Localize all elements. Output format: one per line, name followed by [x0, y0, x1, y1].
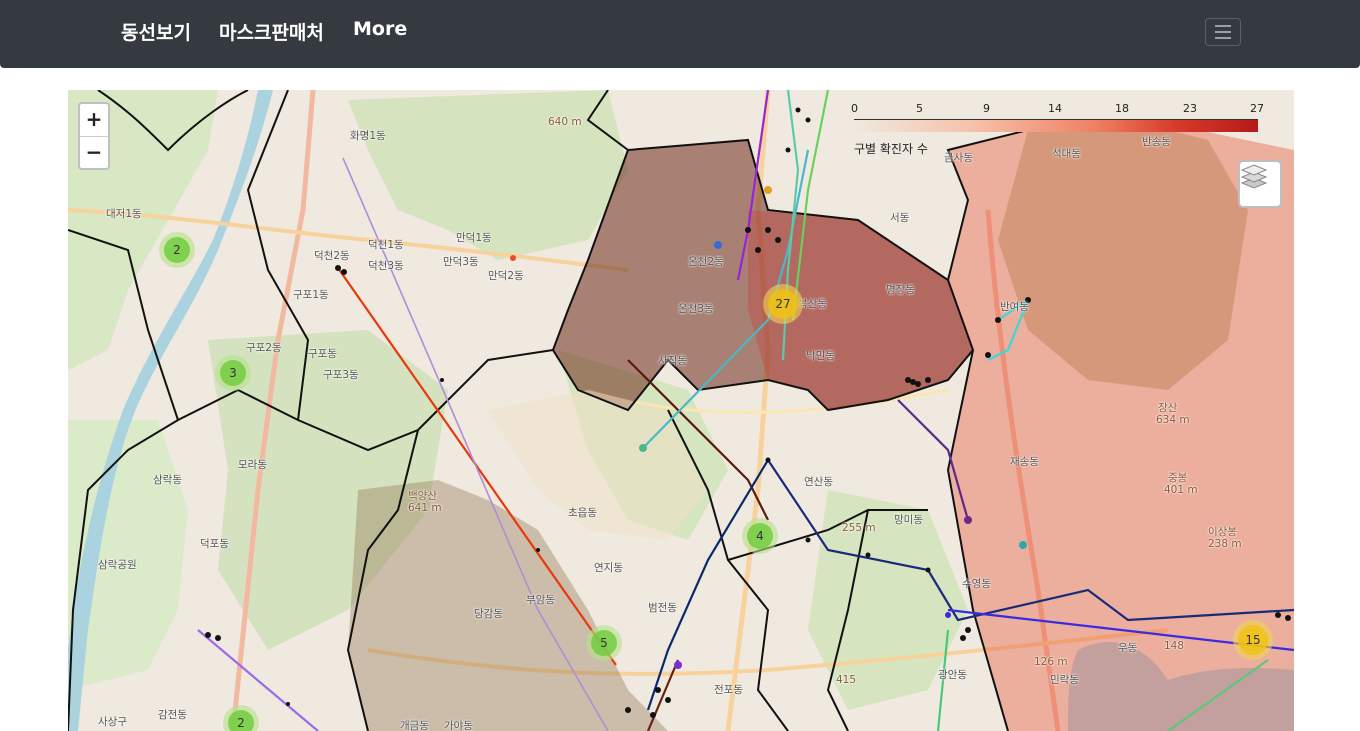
top-navbar: 동선보기 마스크판매처 More: [0, 0, 1360, 68]
place-label: 중봉: [1168, 472, 1188, 484]
legend-color-bar: [854, 119, 1258, 132]
place-label: 126 m: [1034, 656, 1068, 668]
legend-tick: 27: [1250, 102, 1264, 115]
choropleth-legend: 0 5 9 14 18 23 27 구별 확진자 수: [848, 102, 1268, 156]
place-label: 이상봉: [1208, 526, 1237, 538]
place-label: 수영동: [962, 578, 991, 590]
cluster-count: 2: [228, 710, 254, 731]
place-label: 삼락동: [153, 474, 182, 486]
place-label: 148: [1164, 640, 1185, 652]
hamburger-icon-bar: [1215, 37, 1231, 39]
cluster-count: 4: [747, 523, 773, 549]
place-label: 238 m: [1208, 538, 1242, 550]
nav-route-view[interactable]: 동선보기: [121, 18, 191, 45]
place-label: 모라동: [238, 459, 267, 471]
place-label: 641 m: [408, 502, 442, 514]
place-label: 415: [836, 674, 857, 686]
place-label: 온천2동: [688, 256, 724, 268]
place-label: 삼락공원: [98, 559, 137, 571]
marker-cluster[interactable]: 27: [763, 284, 803, 324]
place-label: 개금동: [400, 720, 429, 731]
place-label: 백양산: [408, 490, 437, 502]
place-label: 온천3동: [678, 303, 714, 315]
place-label: 반여동: [1000, 301, 1029, 313]
place-label: 634 m: [1156, 414, 1190, 426]
place-label: 만덕1동: [456, 232, 492, 244]
marker-cluster[interactable]: 3: [215, 355, 251, 391]
legend-tick: 5: [916, 102, 923, 115]
cluster-count: 27: [768, 289, 798, 319]
zoom-in-button[interactable]: +: [80, 104, 108, 137]
place-label: 덕천3동: [368, 260, 404, 272]
hamburger-icon: [1215, 25, 1231, 27]
place-label: 가야동: [444, 720, 473, 731]
layers-control-button[interactable]: [1238, 160, 1282, 208]
place-label: 당감동: [474, 608, 503, 620]
place-label: 구포3동: [323, 369, 359, 381]
place-label: 255 m: [842, 522, 876, 534]
place-label: 범전동: [648, 602, 677, 614]
place-label: 광안동: [938, 669, 967, 681]
place-label: 연지동: [594, 562, 623, 574]
place-label: 전포동: [714, 684, 743, 696]
marker-cluster[interactable]: 4: [742, 518, 778, 554]
place-label: 민락동: [1050, 674, 1079, 686]
place-label: 연산동: [804, 476, 833, 488]
place-label: 재송동: [1010, 456, 1039, 468]
place-label: 초읍동: [568, 507, 597, 519]
map-container[interactable]: 화명1동 대저1동 덕천1동 만덕1동 만덕2동 만덕3동 덕천2동 덕천3동 …: [68, 90, 1294, 731]
place-label: 덕포동: [200, 538, 229, 550]
cluster-count: 3: [220, 360, 246, 386]
zoom-out-button[interactable]: −: [80, 137, 108, 169]
place-label: 덕천1동: [368, 239, 404, 251]
place-label: 감전동: [158, 709, 187, 721]
navbar-toggler-button[interactable]: [1205, 18, 1241, 46]
cluster-count: 2: [164, 237, 190, 263]
layers-icon: [1240, 164, 1268, 189]
marker-cluster[interactable]: 2: [159, 232, 195, 268]
place-label: 만덕3동: [443, 256, 479, 268]
place-label: 640 m: [548, 116, 582, 128]
cluster-count: 5: [591, 630, 617, 656]
hamburger-icon-bar: [1215, 31, 1231, 33]
place-label: 사상구: [98, 716, 127, 728]
legend-tick: 14: [1048, 102, 1062, 115]
legend-tick: 18: [1115, 102, 1129, 115]
nav-more[interactable]: More: [353, 18, 407, 40]
place-label: 구포2동: [246, 342, 282, 354]
place-label: 만덕2동: [488, 270, 524, 282]
place-label: 우동: [1118, 642, 1138, 654]
place-label: 대저1동: [106, 208, 142, 220]
place-label: 덕천2동: [314, 250, 350, 262]
place-label: 장산: [1158, 402, 1178, 414]
place-label: 명장동: [886, 284, 915, 296]
place-label: 사직동: [658, 355, 687, 367]
marker-cluster[interactable]: 5: [586, 625, 622, 661]
place-label: 낙민동: [806, 350, 835, 362]
zoom-control: + −: [78, 102, 110, 170]
legend-tick: 9: [983, 102, 990, 115]
place-label: 서동: [890, 212, 910, 224]
legend-tick: 0: [851, 102, 858, 115]
place-label: 망미동: [894, 514, 923, 526]
place-label: 구포1동: [293, 289, 329, 301]
legend-tick: 23: [1183, 102, 1197, 115]
place-label: 화명1동: [350, 130, 386, 142]
map-tiles: [68, 90, 1294, 731]
place-label: 부암동: [526, 594, 555, 606]
place-label: 금사동: [944, 152, 973, 164]
cluster-count: 15: [1238, 625, 1268, 655]
legend-caption: 구별 확진자 수: [854, 142, 928, 156]
marker-cluster[interactable]: 15: [1233, 620, 1273, 660]
place-label: 구포동: [308, 348, 337, 360]
place-label: 401 m: [1164, 484, 1198, 496]
nav-mask-stores[interactable]: 마스크판매처: [219, 18, 324, 45]
